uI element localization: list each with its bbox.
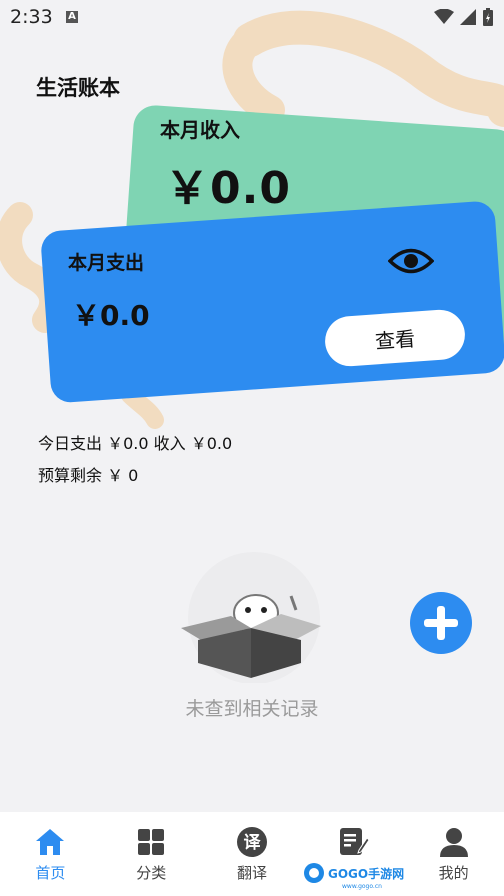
empty-state-text: 未查到相关记录 [185,698,319,720]
today-summary: 今日支出 ￥0.0 收入 ￥0.0 [38,434,233,453]
watermark-logo: GOGO手游网 www.gogo.cn [304,863,404,890]
view-button[interactable]: 查看 [323,308,467,368]
tab-label: 翻译 [236,864,267,882]
income-label: 本月收入 [160,118,240,142]
empty-box-icon [181,552,321,683]
tab-label: 分类 [136,864,167,882]
tab-translate[interactable]: 译 翻译 [202,812,303,896]
budget-remaining: 预算剩余 ￥ 0 [38,466,139,485]
tab-label: 首页 [35,864,66,882]
income-value: ￥0.0 [165,163,291,214]
expense-label: 本月支出 [68,252,145,274]
eye-icon[interactable] [388,244,434,278]
app-title: 生活账本 [36,76,120,100]
translate-icon: 译 [236,827,267,857]
watermark-brand: GOGO手游网 [328,866,404,881]
tab-home[interactable]: 首页 [0,812,101,896]
tab-category[interactable]: 分类 [101,812,202,896]
plus-icon [424,606,458,640]
home-icon [36,829,65,855]
note-edit-icon [339,828,369,855]
watermark-site: www.gogo.cn [342,883,382,890]
person-icon [439,828,468,857]
expense-value: ￥0.0 [72,299,150,332]
grid-icon [138,829,165,855]
tab-label: 我的 [438,864,469,882]
svg-text:译: 译 [243,833,261,853]
add-record-button[interactable] [410,592,472,654]
